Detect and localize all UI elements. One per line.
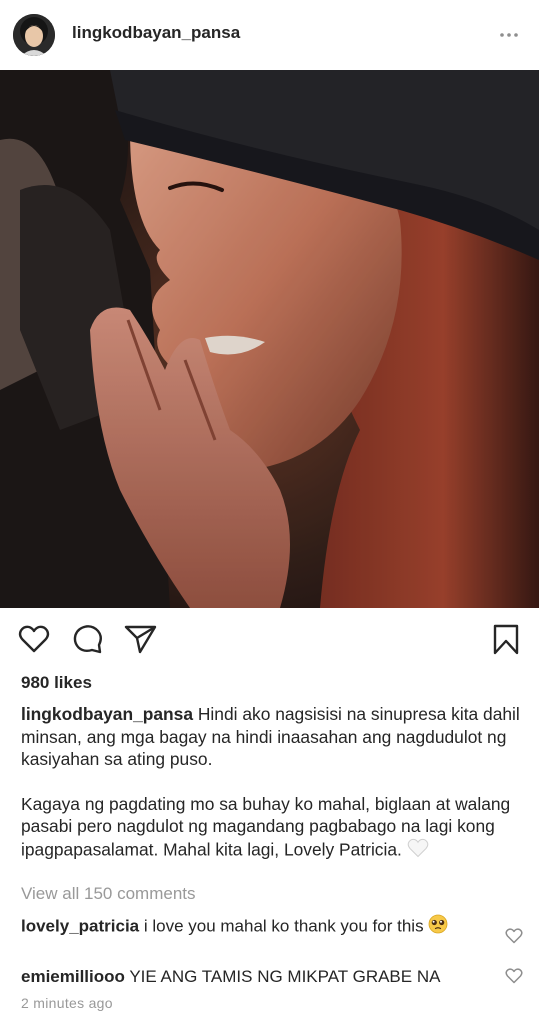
heart-icon[interactable] — [18, 624, 50, 659]
comment-username[interactable]: emiemilliooo — [21, 967, 125, 986]
comment-like-heart-icon[interactable] — [505, 928, 523, 944]
white-heart-icon — [407, 838, 429, 864]
more-options-icon[interactable] — [499, 25, 519, 45]
comment-icon[interactable] — [72, 624, 104, 659]
avatar-image — [13, 14, 55, 56]
avatar[interactable] — [13, 14, 55, 56]
post-actions — [0, 612, 539, 672]
post-photo[interactable] — [0, 70, 539, 608]
comment-item: lovely_patricia i love you mahal ko than… — [21, 914, 481, 940]
comment-like-heart-icon[interactable] — [505, 968, 523, 984]
comment-username[interactable]: lovely_patricia — [21, 916, 139, 935]
pleading-face-icon — [428, 914, 448, 940]
share-icon[interactable] — [124, 624, 158, 659]
bookmark-icon[interactable] — [492, 624, 520, 661]
caption-username[interactable]: lingkodbayan_pansa — [21, 704, 193, 724]
view-all-comments[interactable]: View all 150 comments — [21, 884, 196, 904]
caption-text-2: Kagaya ng pagdating mo sa buhay ko mahal… — [21, 793, 511, 859]
comment-text: YIE ANG TAMIS NG MIKPAT GRABE NA — [129, 967, 441, 986]
post-timestamp: 2 minutes ago — [21, 995, 113, 1011]
post-caption: lingkodbayan_pansa Hindi ako nagsisisi n… — [21, 703, 521, 863]
post-username[interactable]: lingkodbayan_pansa — [72, 23, 240, 43]
comment-text: i love you mahal ko thank you for this — [143, 916, 424, 936]
like-count[interactable]: 980 likes — [21, 673, 92, 693]
comment-item: emiemilliooo YIE ANG TAMIS NG MIKPAT GRA… — [21, 966, 481, 988]
post-header: lingkodbayan_pansa — [0, 0, 539, 70]
